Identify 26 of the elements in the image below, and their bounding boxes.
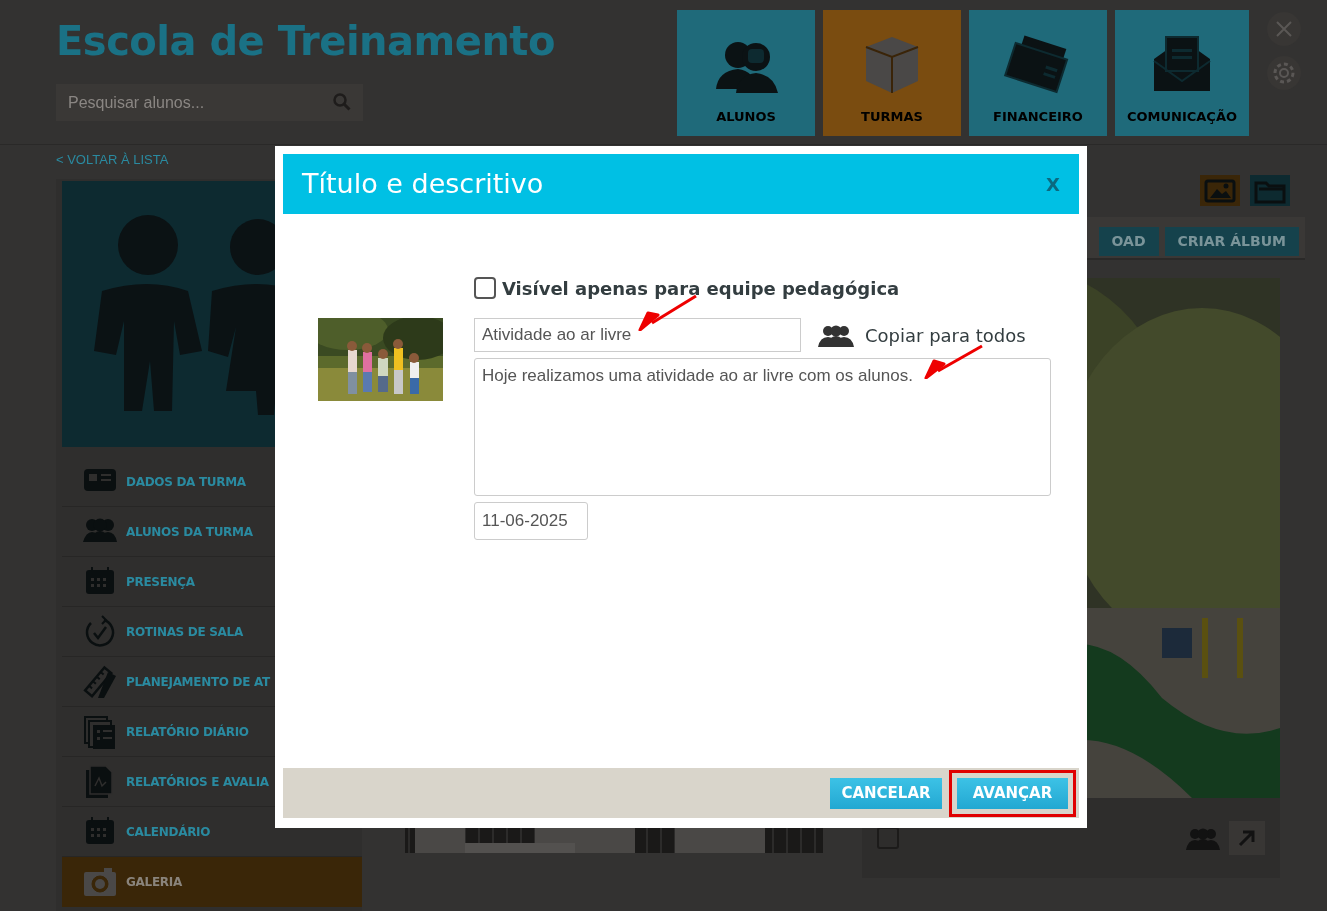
description-field[interactable]: Hoje realizamos uma atividade ao ar livre com os alunos. [474, 358, 1051, 496]
documents-icon [82, 713, 118, 750]
view-toggle-button[interactable] [1200, 175, 1240, 206]
copy-to-all-link[interactable]: Copiar para todos [865, 321, 1026, 349]
module-tile[interactable]: COMUNICAÇÃO [1115, 10, 1249, 136]
ruler-pencil-icon [82, 663, 118, 700]
group-icon [817, 323, 855, 347]
module-tile[interactable]: ALUNOS [677, 10, 815, 136]
title-field[interactable]: Atividade ao ar livre [474, 318, 801, 352]
sidebar-item[interactable]: GALERIA [62, 857, 362, 907]
close-button[interactable]: X [1046, 170, 1060, 198]
checkbox-label: Visível apenas para equipe pedagógica [502, 276, 900, 301]
module-tile[interactable]: FINANCEIRO [969, 10, 1107, 136]
toolbar-button[interactable]: CRIAR ÁLBUM [1164, 227, 1299, 256]
search-field[interactable]: Pesquisar alunos... [56, 84, 363, 121]
view-toggle-button[interactable] [1250, 175, 1290, 206]
group-icon [1185, 826, 1221, 850]
dialog-button[interactable]: AVANÇAR [957, 777, 1068, 809]
checkbox[interactable] [474, 277, 496, 299]
toolbar-button[interactable]: OAD [1098, 227, 1159, 256]
module-tile[interactable]: TURMAS [823, 10, 961, 136]
search-icon [333, 93, 351, 111]
school-title: Escola de Treinamento [56, 18, 556, 64]
date-field[interactable]: 11-06-2025 [474, 502, 588, 540]
dialog-title: Título e descritivo [302, 166, 544, 201]
dialog-button[interactable]: CANCELAR [830, 777, 942, 809]
